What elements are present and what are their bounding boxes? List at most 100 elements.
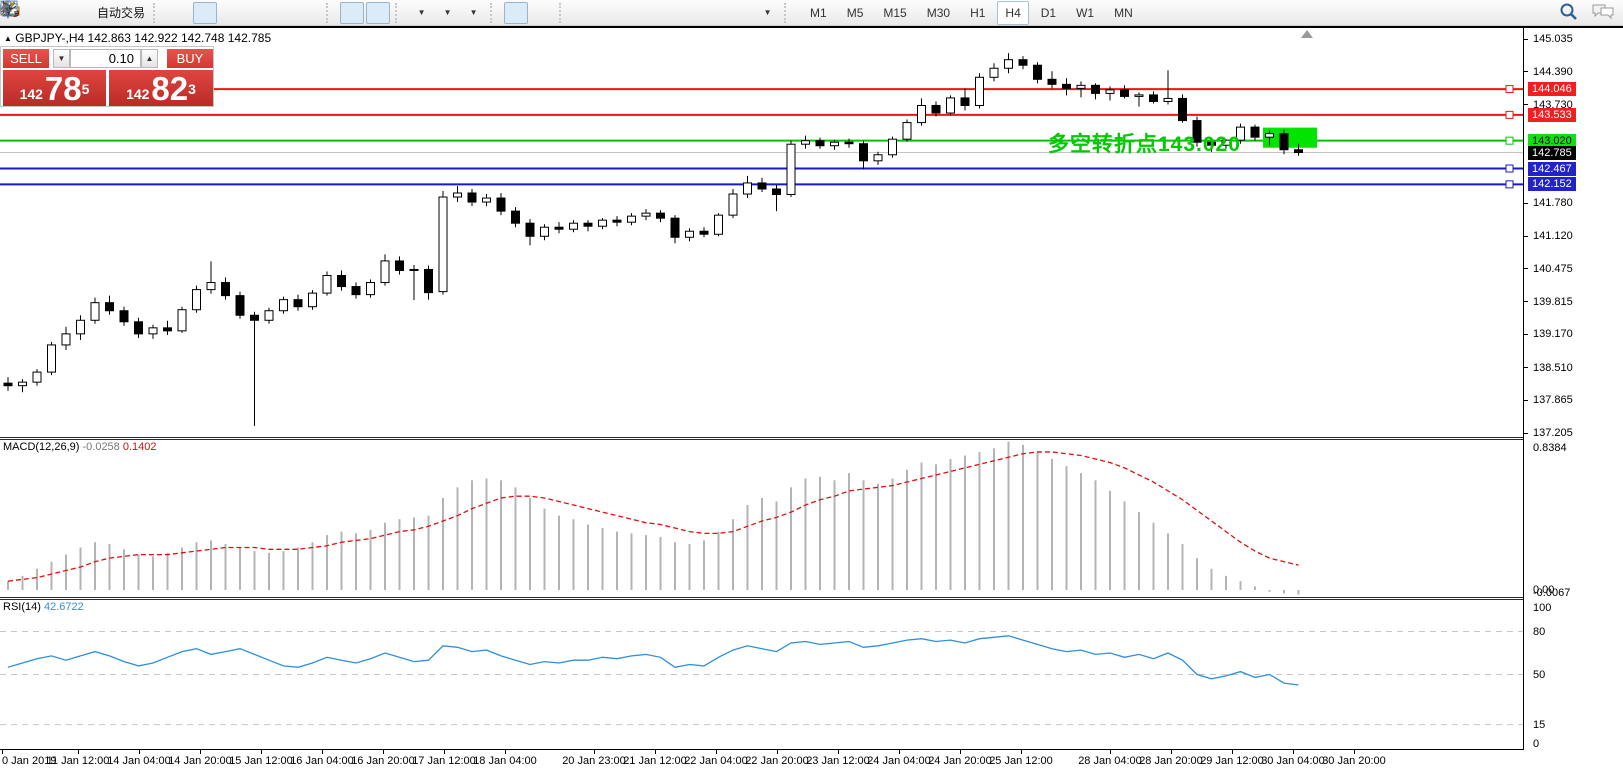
candle-body <box>918 105 926 122</box>
sell-button[interactable]: SELL <box>3 49 49 68</box>
cursor-icon[interactable] <box>504 2 528 24</box>
ohlc-close: 142.785 <box>228 31 271 45</box>
chart-shift-icon[interactable] <box>366 2 390 24</box>
text-icon[interactable]: A <box>703 2 727 24</box>
templates-dropdown-caret[interactable]: ▼ <box>470 8 478 17</box>
volume-input[interactable]: 0.10 <box>70 49 141 68</box>
level-end-marker[interactable] <box>1506 181 1513 188</box>
timeframe-button-m1[interactable]: M1 <box>802 1 835 25</box>
level-end-marker[interactable] <box>1506 137 1513 144</box>
price-axis[interactable]: 145.035144.390143.730141.780141.120140.4… <box>1523 28 1623 750</box>
candlestick-chart[interactable] <box>0 28 1523 438</box>
level-end-marker[interactable] <box>1506 165 1513 172</box>
price-tick-label: 137.865 <box>1533 394 1573 406</box>
trading-platform-window: { "toolbar": { "menu_fragment": "单", "au… <box>0 0 1623 774</box>
search-icon[interactable] <box>1559 2 1577 20</box>
candle-body <box>1295 150 1303 153</box>
chart-shift-marker[interactable] <box>1301 30 1313 38</box>
candle-body <box>1150 95 1158 102</box>
timeframe-button-w1[interactable]: W1 <box>1068 1 1102 25</box>
candlestick-chart-icon[interactable] <box>193 2 217 24</box>
signal-icon[interactable] <box>68 2 92 24</box>
toolbar-separator <box>326 3 335 23</box>
timeframe-button-m15[interactable]: M15 <box>875 1 914 25</box>
candle-body <box>1019 60 1027 66</box>
collapse-panel-icon[interactable]: ▲ <box>4 34 12 43</box>
buy-button[interactable]: BUY <box>167 49 213 68</box>
candle-body <box>715 215 723 234</box>
buy-price-sup: 3 <box>188 70 196 108</box>
candle-body <box>367 283 375 295</box>
time-axis[interactable]: 0 Jan 201911 Jan 12:0014 Jan 04:0014 Jan… <box>0 749 1623 774</box>
time-tick-label: 15 Jan 12:00 <box>229 755 293 767</box>
macd-label: MACD(12,26,9) -0.0258 0.1402 <box>3 441 157 453</box>
timeframe-button-m5[interactable]: M5 <box>839 1 872 25</box>
time-tick-mark <box>1171 749 1172 754</box>
timeframe-button-d1[interactable]: D1 <box>1033 1 1064 25</box>
time-tick-label: 29 Jan 12:00 <box>1200 755 1264 767</box>
level-end-marker[interactable] <box>1506 86 1513 93</box>
time-tick-mark <box>322 749 323 754</box>
macd-value-signal: 0.1402 <box>123 441 157 453</box>
horizontal-line-icon[interactable] <box>599 2 623 24</box>
candle-body <box>265 311 273 321</box>
chat-icon[interactable] <box>1591 2 1615 20</box>
crosshair-icon[interactable] <box>530 2 554 24</box>
candle-body <box>671 218 679 237</box>
vertical-line-icon[interactable] <box>573 2 597 24</box>
highlight-box[interactable] <box>1263 128 1317 148</box>
candle-body <box>961 98 969 106</box>
profile-icon[interactable] <box>42 2 66 24</box>
volume-decrease-button[interactable]: ▼ <box>53 49 70 68</box>
candle-body <box>802 141 810 145</box>
ohlc-low: 142.748 <box>181 31 224 45</box>
fibonacci-icon[interactable]: F <box>677 2 701 24</box>
volume-increase-button[interactable]: ▲ <box>141 49 158 68</box>
price-level-badge: 142.467 <box>1528 162 1576 176</box>
sell-price-display[interactable]: 142785 <box>3 70 106 106</box>
timeframe-button-h4[interactable]: H4 <box>997 1 1028 25</box>
candle-body <box>1106 90 1114 94</box>
candle-body <box>599 220 607 226</box>
price-tick-mark <box>1524 268 1528 269</box>
time-axis-line <box>0 749 1524 750</box>
periods-icon[interactable]: ▼ <box>435 2 459 24</box>
candle-body <box>700 231 708 234</box>
time-tick-mark <box>261 749 262 754</box>
equidistant-channel-icon[interactable]: E <box>651 2 675 24</box>
bar-chart-icon[interactable] <box>167 2 191 24</box>
zoom-out-icon[interactable] <box>271 2 295 24</box>
candle-body <box>135 322 143 334</box>
rsi-value: 42.6722 <box>44 601 84 613</box>
indicators-icon[interactable]: ▼ <box>409 2 433 24</box>
auto-scroll-icon[interactable] <box>340 2 364 24</box>
price-tick-label: 139.170 <box>1533 328 1573 340</box>
auto-trading-button[interactable]: 自动交易 <box>94 2 148 24</box>
templates-icon[interactable]: ▼ <box>461 2 485 24</box>
candle-body <box>236 296 244 316</box>
candle-body <box>91 303 99 321</box>
indicators-dropdown-caret[interactable]: ▼ <box>418 8 426 17</box>
line-chart-icon[interactable] <box>219 2 243 24</box>
zoom-in-icon[interactable] <box>245 2 269 24</box>
timeframe-button-m30[interactable]: M30 <box>919 1 958 25</box>
text-label-icon[interactable]: T <box>729 2 753 24</box>
tile-windows-icon[interactable] <box>297 2 321 24</box>
candle-body <box>787 144 795 194</box>
arrows-icon[interactable]: ▼ <box>755 2 779 24</box>
level-end-marker[interactable] <box>1506 111 1513 118</box>
candle-body <box>222 283 230 296</box>
arrows-dropdown-caret[interactable]: ▼ <box>764 8 772 17</box>
price-tick-label: 138.510 <box>1533 362 1573 374</box>
timeframe-button-mn[interactable]: MN <box>1106 1 1141 25</box>
candle-body <box>338 276 346 287</box>
buy-price-display[interactable]: 142823 <box>109 70 213 106</box>
main-toolbar: 单 自动交易 ▼ ▼ ▼ <box>0 0 1623 26</box>
candle-body <box>773 189 781 195</box>
trendline-icon[interactable] <box>625 2 649 24</box>
candle-body <box>831 142 839 146</box>
periods-dropdown-caret[interactable]: ▼ <box>444 8 452 17</box>
candle-body <box>1121 90 1129 97</box>
candle-body <box>947 98 955 113</box>
timeframe-button-h1[interactable]: H1 <box>962 1 993 25</box>
